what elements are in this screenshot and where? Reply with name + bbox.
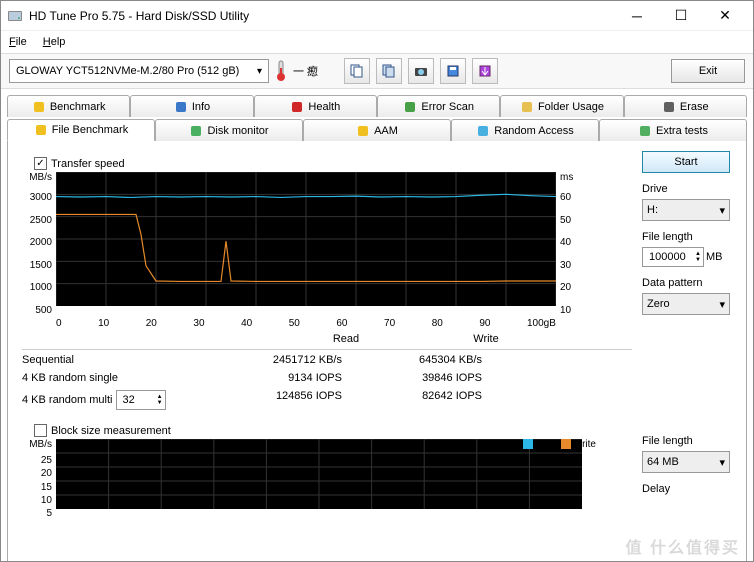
tab-icon	[174, 100, 188, 114]
result-label: Sequential	[22, 354, 222, 366]
tab-icon	[520, 100, 534, 114]
start-button[interactable]: Start	[642, 151, 730, 173]
tab-icon	[189, 124, 203, 138]
drive-label: Drive	[642, 183, 732, 195]
transfer-speed-label: Transfer speed	[51, 158, 125, 170]
menubar: File Help	[1, 31, 753, 53]
tab-icon	[34, 123, 48, 137]
tab-random-access[interactable]: Random Access	[451, 119, 599, 141]
block-size-label: Block size measurement	[51, 425, 171, 437]
drive-letter-dropdown[interactable]: H:▾	[642, 199, 730, 221]
result-label: 4 KB random multi 32▲▼	[22, 390, 222, 410]
tab-icon	[662, 100, 676, 114]
result-read: 2451712 KB/s	[222, 354, 362, 366]
app-window: HD Tune Pro 5.75 - Hard Disk/SSD Utility…	[0, 0, 754, 562]
menu-help[interactable]: Help	[43, 36, 66, 48]
tab-icon	[356, 124, 370, 138]
tab-file-benchmark[interactable]: File Benchmark	[7, 119, 155, 141]
results-table: Sequential2451712 KB/s645304 KB/s 4 KB ra…	[22, 349, 632, 410]
tab-content: ✓ Transfer speed MB/s 300025002000150010…	[7, 141, 747, 562]
tab-folder-usage[interactable]: Folder Usage	[500, 95, 623, 117]
file-length2-dropdown[interactable]: 64 MB▾	[642, 451, 730, 473]
file-length-input[interactable]: 100000▲▼	[642, 247, 704, 267]
app-icon	[7, 8, 23, 24]
chevron-down-icon: ▾	[719, 298, 725, 311]
block-chart	[56, 439, 582, 509]
result-write: 39846 IOPS	[362, 372, 502, 384]
result-read: 9134 IOPS	[222, 372, 362, 384]
tab-icon	[32, 100, 46, 114]
drive-dropdown-value: GLOWAY YCT512NVMe-M.2/80 Pro (512 gB)	[16, 65, 239, 77]
temperature-value: 一 瘛	[293, 63, 318, 79]
close-button[interactable]: ✕	[703, 2, 747, 30]
result-read: 124856 IOPS	[222, 390, 362, 410]
toolbar: GLOWAY YCT512NVMe-M.2/80 Pro (512 gB) ▾ …	[1, 53, 753, 89]
minimize-button[interactable]: ─	[615, 2, 659, 30]
copy-screenshot-button[interactable]	[376, 58, 402, 84]
window-title: HD Tune Pro 5.75 - Hard Disk/SSD Utility	[29, 9, 615, 23]
tab-disk-monitor[interactable]: Disk monitor	[155, 119, 303, 141]
result-label: 4 KB random single	[22, 372, 222, 384]
tab-health[interactable]: Health	[254, 95, 377, 117]
multi-depth-input[interactable]: 32▲▼	[116, 390, 166, 410]
chevron-down-icon: ▾	[719, 456, 725, 469]
save-log-button[interactable]	[440, 58, 466, 84]
tab-error-scan[interactable]: Error Scan	[377, 95, 500, 117]
file-length2-label: File length	[642, 435, 732, 447]
file-length-label: File length	[642, 231, 732, 243]
save-screenshot-button[interactable]	[408, 58, 434, 84]
maximize-button[interactable]: ☐	[659, 2, 703, 30]
transfer-speed-checkbox[interactable]: ✓	[34, 157, 47, 170]
chevron-down-icon: ▾	[719, 204, 725, 217]
titlebar: HD Tune Pro 5.75 - Hard Disk/SSD Utility…	[1, 1, 753, 31]
result-write: 82642 IOPS	[362, 390, 502, 410]
drive-dropdown[interactable]: GLOWAY YCT512NVMe-M.2/80 Pro (512 gB) ▾	[9, 59, 269, 83]
delay-label: Delay	[642, 483, 732, 495]
thermometer-icon	[275, 60, 287, 82]
tab-icon	[290, 100, 304, 114]
chart2-legend: read write	[523, 439, 596, 450]
result-write: 645304 KB/s	[362, 354, 502, 366]
block-size-checkbox[interactable]	[34, 424, 47, 437]
exit-button[interactable]: Exit	[671, 59, 745, 83]
side-panel: Start Drive H:▾ File length 100000▲▼ MB …	[632, 151, 732, 562]
spinner-arrows-icon[interactable]: ▲▼	[695, 251, 701, 263]
tab-erase[interactable]: Erase	[624, 95, 747, 117]
transfer-chart	[56, 172, 556, 306]
menu-file[interactable]: File	[9, 36, 27, 48]
tab-aam[interactable]: AAM	[303, 119, 451, 141]
tab-icon	[403, 100, 417, 114]
data-pattern-dropdown[interactable]: Zero▾	[642, 293, 730, 315]
copy-info-button[interactable]	[344, 58, 370, 84]
tab-icon	[476, 124, 490, 138]
tab-info[interactable]: Info	[130, 95, 253, 117]
chevron-down-icon: ▾	[257, 66, 262, 77]
tab-icon	[638, 124, 652, 138]
tab-extra-tests[interactable]: Extra tests	[599, 119, 747, 141]
tab-benchmark[interactable]: Benchmark	[7, 95, 130, 117]
data-pattern-label: Data pattern	[642, 277, 732, 289]
tab-strip: BenchmarkInfoHealthError ScanFolder Usag…	[1, 89, 753, 141]
options-button[interactable]	[472, 58, 498, 84]
